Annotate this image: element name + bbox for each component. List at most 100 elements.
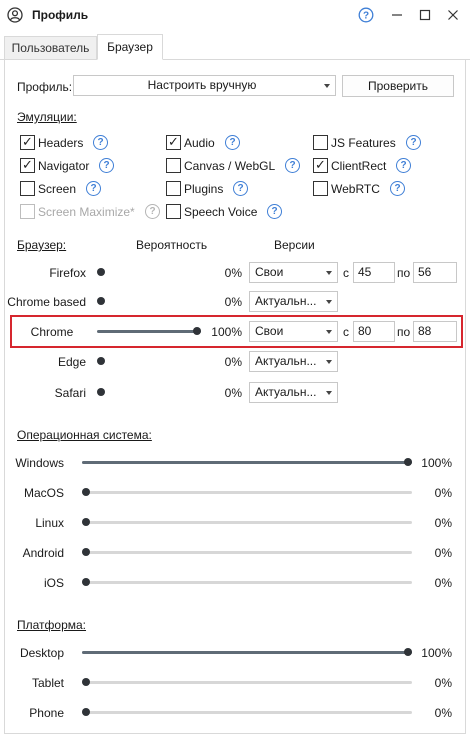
emulation-navigator-help-icon[interactable]: ? (99, 158, 114, 173)
close-button[interactable] (441, 4, 465, 26)
browser-safari-label: Safari (54, 386, 86, 400)
os-android-label: Android (22, 546, 64, 560)
os-windows-percent: 100% (421, 456, 452, 470)
os-android-slider[interactable] (82, 548, 412, 556)
emulation-screen-maximize-checkbox[interactable] (20, 204, 35, 219)
browser-chrome-version-select[interactable]: Свои (249, 321, 338, 342)
browser-chrome-label: Chrome (30, 325, 74, 339)
os-ios-label: iOS (43, 576, 64, 590)
platform-desktop-label: Desktop (19, 646, 64, 660)
maximize-button[interactable] (413, 4, 437, 26)
emulation-webrtc-label: WebRTC (331, 182, 380, 196)
browser-chrome-from-input[interactable]: 80 (353, 321, 395, 342)
browser-chrome-based-version-select[interactable]: Актуальн... (249, 291, 338, 312)
close-icon (448, 10, 458, 20)
browser-firefox-slider-handle[interactable] (97, 268, 105, 276)
browser-firefox-from-input[interactable]: 45 (353, 262, 395, 283)
browser-safari-slider-handle[interactable] (97, 388, 105, 396)
profile-select[interactable]: Настроить вручную (73, 75, 336, 96)
emulation-webrtc-checkbox[interactable] (313, 181, 328, 196)
os-linux-slider[interactable] (82, 518, 412, 526)
emulation-navigator-checkbox[interactable]: ✓ (20, 157, 35, 173)
help-button[interactable]: ? (354, 4, 378, 26)
emulation-clientrect-label: ClientRect (331, 159, 387, 173)
platform-phone-slider-handle[interactable] (82, 708, 90, 716)
emulation-plugins-help-icon[interactable]: ? (233, 181, 248, 196)
browser-chrome-probability-slider[interactable] (97, 327, 201, 335)
browser-edge-slider-handle[interactable] (97, 357, 105, 365)
emulation-clientrect-help-icon[interactable]: ? (396, 158, 411, 173)
emulation-webrtc-help-icon[interactable]: ? (390, 181, 405, 196)
os-macos-slider[interactable] (82, 488, 412, 496)
browser-safari-version-select[interactable]: Актуальн... (249, 382, 338, 403)
chevron-down-icon (326, 271, 332, 275)
emulation-headers-checkbox[interactable]: ✓ (20, 134, 35, 150)
probability-column-header: Вероятность (136, 238, 208, 252)
emulation-speech-voice-help-icon[interactable]: ? (267, 204, 282, 219)
os-ios-slider-handle[interactable] (82, 578, 90, 586)
emulation-speech-voice-label: Speech Voice (184, 205, 258, 219)
os-macos-slider-handle[interactable] (82, 488, 90, 496)
emulation-speech-voice-checkbox[interactable] (166, 204, 181, 219)
browser-chrome-based-slider-handle[interactable] (97, 297, 105, 305)
emulation-headers-label: Headers (38, 136, 84, 150)
os-title: Операционная система: (17, 428, 152, 442)
os-windows-slider-fill (82, 461, 412, 464)
browser-firefox-to-input[interactable]: 56 (413, 262, 457, 283)
emulation-screen-help-icon[interactable]: ? (86, 181, 101, 196)
platform-tablet-percent: 0% (434, 676, 452, 690)
emulation-headers-help-icon[interactable]: ? (93, 135, 108, 150)
platform-phone-slider[interactable] (82, 708, 412, 716)
emulation-js-features-checkbox[interactable] (313, 135, 328, 150)
browser-edge-percent: 0% (224, 355, 242, 369)
browser-chrome-slider-fill (97, 330, 201, 333)
maximize-icon (419, 9, 431, 21)
emulation-screen-checkbox[interactable] (20, 181, 35, 196)
emulation-canvas-webgl-checkbox[interactable] (166, 158, 181, 173)
platform-tablet-slider[interactable] (82, 678, 412, 686)
tab-user[interactable]: Пользователь (4, 36, 97, 60)
os-macos-percent: 0% (434, 486, 452, 500)
emulation-clientrect-checkbox[interactable]: ✓ (313, 157, 328, 173)
browser-chrome-based-percent: 0% (224, 295, 242, 309)
os-linux-slider-handle[interactable] (82, 518, 90, 526)
browser-firefox-version-select-value: Свои (255, 265, 284, 279)
help-icon: ? (358, 7, 374, 23)
browser-chrome-based-version-select-value: Актуальн... (255, 294, 317, 308)
os-macos-label: MacOS (23, 486, 64, 500)
svg-text:?: ? (363, 11, 369, 22)
platform-tablet-slider-handle[interactable] (82, 678, 90, 686)
profile-label: Профиль: (17, 80, 73, 94)
emulation-audio-label: Audio (184, 136, 215, 150)
browser-chrome-version-select-value: Свои (255, 324, 284, 338)
chevron-down-icon (326, 360, 332, 364)
os-linux-percent: 0% (434, 516, 452, 530)
chevron-down-icon (326, 391, 332, 395)
emulation-plugins-label: Plugins (184, 182, 224, 196)
minimize-button[interactable] (385, 4, 409, 26)
browser-chrome-based-probability-slider[interactable] (97, 297, 201, 305)
emulation-audio-checkbox[interactable]: ✓ (166, 134, 181, 150)
tab-browser[interactable]: Браузер (97, 34, 163, 60)
os-ios-percent: 0% (434, 576, 452, 590)
browser-firefox-version-select[interactable]: Свои (249, 262, 338, 283)
emulation-plugins-checkbox[interactable] (166, 181, 181, 196)
emulation-js-features-help-icon[interactable]: ? (406, 135, 421, 150)
checkmark-icon: ✓ (315, 157, 326, 172)
check-button[interactable]: Проверить (342, 75, 454, 97)
platform-title: Платформа: (17, 618, 87, 632)
browser-title: Браузер: (17, 238, 67, 252)
browser-firefox-probability-slider[interactable] (97, 268, 201, 276)
browser-edge-probability-slider[interactable] (97, 357, 201, 365)
browser-edge-label: Edge (57, 355, 86, 369)
browser-edge-version-select[interactable]: Актуальн... (249, 351, 338, 372)
browser-chrome-to-input[interactable]: 88 (413, 321, 457, 342)
browser-chrome-to-label: по (397, 325, 411, 339)
os-windows-slider[interactable] (82, 458, 412, 466)
os-ios-slider[interactable] (82, 578, 412, 586)
emulation-canvas-webgl-help-icon[interactable]: ? (285, 158, 300, 173)
os-android-slider-handle[interactable] (82, 548, 90, 556)
emulation-audio-help-icon[interactable]: ? (225, 135, 240, 150)
platform-desktop-slider[interactable] (82, 648, 412, 656)
browser-safari-probability-slider[interactable] (97, 388, 201, 396)
